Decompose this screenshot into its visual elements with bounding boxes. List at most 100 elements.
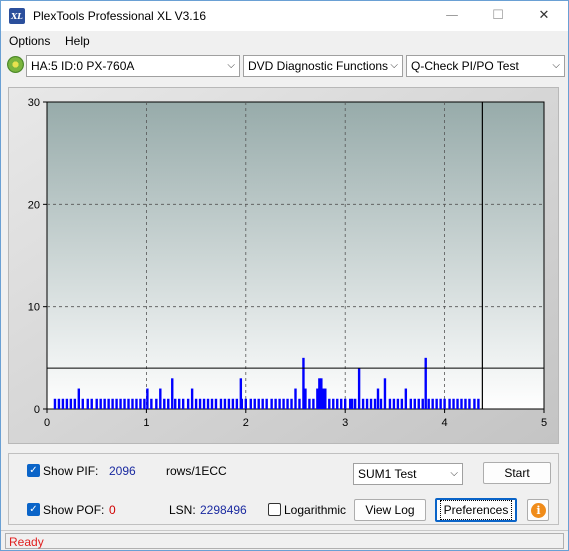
sum-test-select[interactable]: SUM1 Test ⌵ (353, 463, 463, 485)
data-bar (163, 398, 166, 409)
menu-options[interactable]: Options (9, 34, 50, 48)
data-bar (53, 398, 57, 409)
data-bar (357, 368, 361, 409)
data-bar (383, 378, 387, 409)
data-bar (143, 398, 146, 409)
view-log-button[interactable]: View Log (354, 499, 426, 521)
data-bar (477, 398, 480, 409)
data-bar (171, 378, 174, 409)
data-bar (340, 398, 343, 409)
pi-po-chart: 0 1 2 3 4 5 0 10 20 30 (9, 88, 558, 443)
data-bar (223, 398, 227, 409)
data-bar (308, 398, 311, 409)
data-bar (353, 398, 357, 409)
data-bar (65, 398, 69, 409)
data-bar (119, 398, 122, 409)
data-bar (448, 398, 451, 409)
logarithmic-label: Logarithmic (284, 503, 347, 517)
data-bar (190, 388, 194, 409)
data-bar (392, 398, 396, 409)
data-bar (181, 398, 185, 409)
data-bar (464, 398, 467, 409)
drive-select-value: HA:5 ID:0 PX-760A (31, 59, 135, 73)
data-bar (396, 398, 400, 409)
data-bar (210, 398, 214, 409)
pof-value: 0 (109, 503, 116, 517)
data-bar (257, 398, 260, 409)
data-bar (123, 398, 126, 409)
data-bar (231, 398, 235, 409)
data-bar (265, 398, 268, 409)
data-bar (198, 398, 202, 409)
data-bar (336, 398, 339, 409)
data-bar (244, 398, 247, 409)
data-bar (324, 388, 327, 409)
test-select-value: Q-Check PI/PO Test (411, 59, 519, 73)
title-bar[interactable]: XL PlexTools Professional XL V3.16 — ☐ ✕ (1, 1, 568, 31)
data-bar (249, 398, 252, 409)
data-bar (473, 398, 476, 409)
data-bar (235, 398, 239, 409)
data-bar (77, 388, 81, 409)
data-bar (174, 398, 177, 409)
start-button-label: Start (504, 466, 530, 480)
data-bar (443, 398, 446, 409)
data-bar (99, 398, 102, 409)
data-bar (427, 398, 430, 409)
data-bar (240, 398, 244, 409)
data-bar (369, 398, 373, 409)
x-tick-label: 4 (442, 417, 448, 429)
y-tick-label: 20 (28, 199, 40, 211)
data-bar (178, 398, 181, 409)
y-tick-label: 10 (28, 302, 40, 314)
status-field: Ready (5, 533, 564, 549)
preferences-button[interactable]: Preferences (435, 498, 517, 522)
data-bar (435, 398, 438, 409)
start-button[interactable]: Start (483, 462, 551, 484)
data-bar (365, 398, 369, 409)
data-bar (431, 398, 434, 409)
data-bar (413, 398, 416, 409)
chevron-down-icon: ⌵ (450, 468, 458, 479)
data-bar (304, 388, 307, 409)
data-bar (452, 398, 455, 409)
chevron-down-icon: ⌵ (390, 60, 398, 71)
data-bar (417, 398, 420, 409)
data-bar (270, 398, 273, 409)
lsn-label: LSN: (169, 503, 196, 517)
logarithmic-checkbox[interactable] (268, 503, 281, 516)
show-pif-label: Show PIF: (43, 464, 99, 478)
maximize-button[interactable]: ☐ (475, 1, 521, 31)
chart-panel: 0 1 2 3 4 5 0 10 20 30 (8, 87, 559, 444)
drive-select[interactable]: HA:5 ID:0 PX-760A ⌵ (26, 55, 240, 77)
plot-area (46, 101, 545, 410)
show-pof-checkbox[interactable]: ✓ (27, 503, 40, 516)
minimize-button[interactable]: — (429, 1, 475, 31)
info-button[interactable]: i (527, 499, 549, 521)
data-bar (400, 398, 404, 409)
data-bar (146, 388, 149, 409)
close-button[interactable]: ✕ (521, 1, 567, 31)
toolbar: HA:5 ID:0 PX-760A ⌵ DVD Diagnostic Funct… (1, 53, 568, 79)
data-bar (227, 398, 231, 409)
data-bar (95, 398, 98, 409)
data-bar (202, 398, 206, 409)
data-bar (139, 398, 142, 409)
data-bar (294, 388, 297, 409)
data-bar (456, 398, 459, 409)
data-bar (253, 398, 256, 409)
test-select[interactable]: Q-Check PI/PO Test ⌵ (406, 55, 565, 77)
function-select[interactable]: DVD Diagnostic Functions ⌵ (243, 55, 403, 77)
data-bar (332, 398, 335, 409)
show-pif-checkbox[interactable]: ✓ (27, 464, 40, 477)
chevron-down-icon: ⌵ (552, 60, 560, 71)
window-title: PlexTools Professional XL V3.16 (33, 9, 206, 23)
data-bar (103, 398, 106, 409)
controls-panel: ✓ Show PIF: 2096 rows/1ECC SUM1 Test ⌵ S… (8, 453, 559, 525)
data-bar (290, 398, 293, 409)
lsn-value: 2298496 (200, 503, 247, 517)
data-bar (388, 398, 392, 409)
menu-help[interactable]: Help (65, 34, 90, 48)
data-bar (186, 398, 190, 409)
disc-drive-icon (7, 56, 24, 73)
